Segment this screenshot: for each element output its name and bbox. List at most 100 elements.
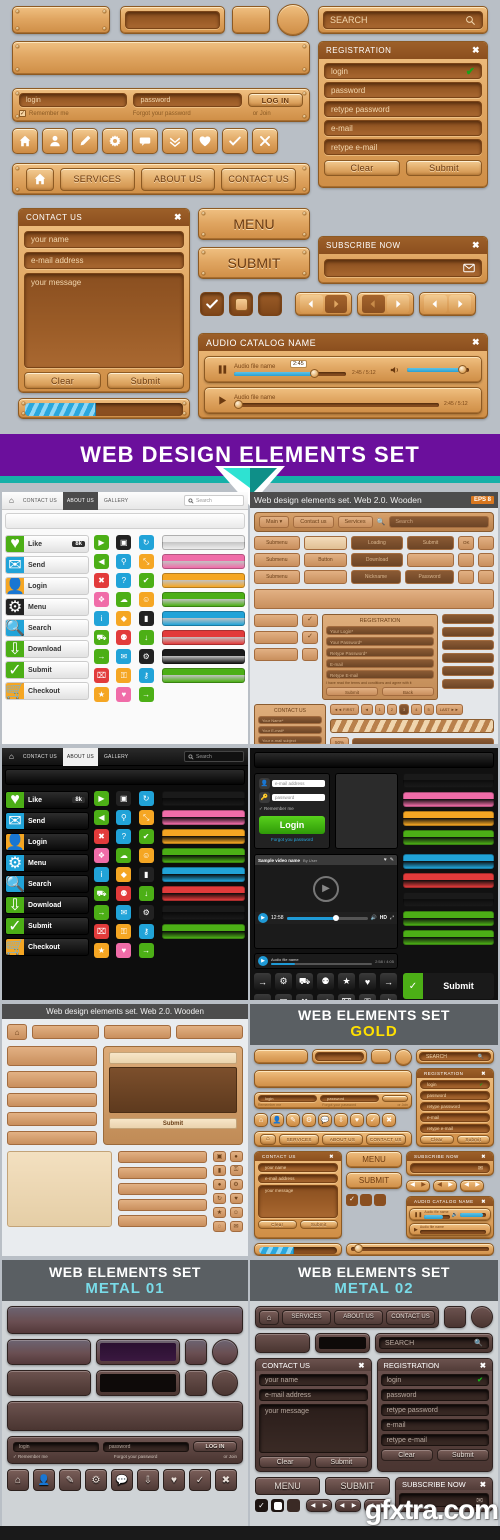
heart-icon[interactable]: ♥ bbox=[359, 973, 376, 990]
registration-field-email[interactable]: e-mail bbox=[420, 1113, 490, 1122]
field[interactable]: Your e-mail subject bbox=[258, 736, 322, 744]
pencil-icon[interactable]: ✎ bbox=[390, 857, 394, 863]
pause-icon[interactable]: ❚❚ bbox=[414, 1212, 422, 1218]
refresh-icon[interactable]: ↻ bbox=[138, 535, 154, 550]
contact-message-textarea[interactable]: your message bbox=[259, 1404, 368, 1453]
checkbox-empty[interactable] bbox=[374, 1194, 386, 1206]
ok-button[interactable]: OK bbox=[458, 536, 475, 550]
hd-label[interactable]: HD bbox=[380, 915, 387, 921]
pill-button[interactable] bbox=[162, 924, 245, 939]
nav-home-button[interactable]: ⌂ bbox=[259, 1309, 279, 1325]
checkbox-checked[interactable] bbox=[200, 292, 224, 316]
play-icon[interactable]: ▶ bbox=[313, 875, 339, 902]
gold-plate-inset[interactable] bbox=[312, 1049, 367, 1064]
close-icon[interactable]: ✖ bbox=[94, 829, 109, 844]
registration-clear-button[interactable]: Clear bbox=[324, 160, 400, 176]
arrow-pair-1[interactable]: ◀ ▶ bbox=[406, 1180, 430, 1192]
list-item[interactable]: 🛒 Checkout bbox=[5, 682, 89, 700]
registration-field-email[interactable]: e-mail bbox=[380, 1419, 489, 1431]
plank-row[interactable] bbox=[118, 1199, 207, 1211]
metal-plate[interactable] bbox=[255, 1333, 310, 1353]
user-icon[interactable]: 👤 bbox=[270, 1113, 284, 1127]
password-field[interactable]: password bbox=[272, 794, 325, 801]
play-button[interactable]: ▶ bbox=[258, 956, 268, 966]
radio-selected[interactable] bbox=[271, 1499, 284, 1512]
home-icon[interactable]: ⌂ bbox=[6, 496, 17, 505]
arrow-right-button[interactable] bbox=[448, 295, 471, 313]
contact-name-input[interactable]: your name bbox=[258, 1163, 338, 1172]
contact-name-input[interactable]: your name bbox=[24, 231, 184, 248]
pill-button[interactable] bbox=[403, 854, 494, 869]
user-icon[interactable]: ☺ bbox=[229, 1207, 243, 1218]
search-input[interactable]: Search bbox=[389, 516, 489, 528]
gold-plate-wide[interactable] bbox=[254, 1049, 308, 1064]
arrow-pair-2[interactable]: ◀ ▶ bbox=[335, 1499, 361, 1512]
logout-icon[interactable]: → bbox=[138, 687, 154, 702]
nav-item-services[interactable]: SERVICES bbox=[60, 167, 135, 191]
bag-icon[interactable]: ▮ bbox=[138, 611, 154, 626]
gold-plate-wide[interactable] bbox=[12, 6, 110, 34]
volume-slider[interactable] bbox=[407, 364, 469, 374]
registration-clear-button[interactable]: Clear bbox=[420, 1135, 454, 1144]
basket-icon[interactable]: ❖ bbox=[94, 592, 109, 607]
field[interactable]: Your Name* bbox=[258, 716, 322, 724]
metal-square-button[interactable] bbox=[444, 1306, 466, 1328]
search-input[interactable]: SEARCH bbox=[385, 1340, 414, 1347]
pager-page[interactable]: 4 bbox=[411, 704, 422, 715]
contact-submit-button[interactable]: Submit bbox=[315, 1456, 368, 1468]
nav-item-gallery[interactable]: GALLERY bbox=[100, 492, 132, 510]
field[interactable]: Your E-mail* bbox=[258, 726, 322, 734]
pill-button[interactable] bbox=[162, 554, 245, 569]
metal-plate-inset[interactable] bbox=[315, 1333, 370, 1353]
pill-button[interactable] bbox=[162, 886, 245, 901]
radio-selected[interactable] bbox=[360, 1194, 372, 1206]
lock-icon[interactable]: ⚿ bbox=[116, 924, 132, 939]
registration-field-retype-email[interactable]: retype e-mail bbox=[380, 1434, 489, 1446]
cloud-icon[interactable]: ☁ bbox=[254, 994, 271, 1000]
close-icon[interactable]: ✖ bbox=[472, 337, 480, 348]
pencil-icon[interactable]: ✎ bbox=[286, 1113, 300, 1127]
submenu-button[interactable]: Submenu bbox=[254, 570, 300, 584]
remember-label[interactable]: ✓ Remember me bbox=[13, 1454, 48, 1460]
audio-progress-slider[interactable] bbox=[271, 962, 373, 966]
check-icon[interactable]: ✓ bbox=[366, 1113, 380, 1127]
tag-icon[interactable]: ◆ bbox=[116, 867, 132, 882]
password-input[interactable]: Password bbox=[404, 570, 455, 584]
download-icon[interactable]: ↓ bbox=[138, 630, 154, 645]
heart-icon[interactable]: ♥ bbox=[350, 1113, 364, 1127]
heart-icon[interactable]: ♥ bbox=[384, 857, 387, 863]
pill-button[interactable] bbox=[403, 911, 494, 926]
home-icon[interactable]: ⌂ bbox=[254, 1113, 268, 1127]
pill-button[interactable] bbox=[162, 867, 245, 882]
plank-row[interactable] bbox=[118, 1215, 207, 1227]
download-icon[interactable]: ↓ bbox=[138, 886, 154, 901]
key-icon[interactable]: ⚷ bbox=[138, 924, 154, 939]
login-button[interactable] bbox=[382, 1095, 408, 1102]
play-icon[interactable]: ▶ bbox=[414, 1227, 418, 1233]
list-item[interactable] bbox=[254, 648, 298, 661]
bulb-icon[interactable]: ● bbox=[213, 1179, 226, 1190]
contact-message-textarea[interactable]: your message bbox=[258, 1185, 338, 1218]
nav-home-button[interactable] bbox=[26, 167, 54, 191]
speaker-icon[interactable]: ◀ bbox=[94, 554, 109, 569]
close-icon[interactable]: ✖ bbox=[358, 1361, 364, 1370]
heart-icon[interactable]: ♥ bbox=[116, 687, 132, 702]
pill-button[interactable] bbox=[403, 811, 494, 826]
heart-icon[interactable]: ♥ bbox=[163, 1469, 185, 1491]
pill-button[interactable] bbox=[162, 810, 245, 825]
submit-plate[interactable]: SUBMIT bbox=[346, 1172, 402, 1189]
search-icon[interactable]: ⚲ bbox=[116, 810, 132, 825]
gold-plate-inset[interactable] bbox=[120, 6, 225, 34]
contact-email-input[interactable]: e-mail address bbox=[258, 1174, 338, 1183]
list-item[interactable]: 🛒 Checkout bbox=[5, 938, 89, 956]
pager-page[interactable]: 2 bbox=[386, 704, 398, 715]
contact-clear-button[interactable]: Clear bbox=[24, 372, 101, 389]
list-item[interactable] bbox=[442, 679, 494, 689]
password-input[interactable]: password bbox=[320, 1095, 379, 1102]
metal-square-button[interactable] bbox=[185, 1370, 207, 1396]
gears-icon[interactable]: ⚙ bbox=[138, 905, 154, 920]
envelope-icon[interactable]: ✉ bbox=[116, 905, 132, 920]
login-button[interactable]: Login bbox=[259, 816, 325, 834]
join-link[interactable]: or Join bbox=[223, 1454, 237, 1460]
check-icon[interactable] bbox=[222, 128, 248, 154]
